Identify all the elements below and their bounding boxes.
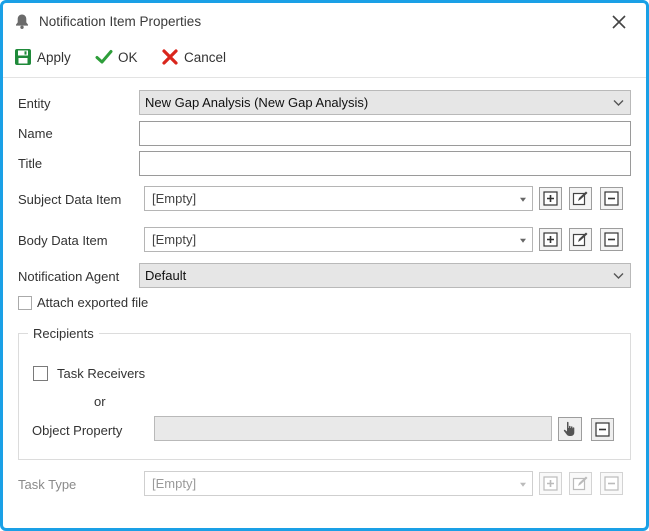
task-type-remove-button[interactable] xyxy=(600,472,623,495)
minus-box-icon xyxy=(604,232,619,247)
ok-label: OK xyxy=(118,49,138,65)
subject-add-button[interactable] xyxy=(539,187,562,210)
body-data-item-label: Body Data Item xyxy=(18,233,108,248)
chevron-down-icon xyxy=(613,99,624,106)
body-add-button[interactable] xyxy=(539,228,562,251)
title-label: Title xyxy=(18,156,43,171)
task-receivers-checkbox[interactable]: Task Receivers xyxy=(33,366,145,381)
minus-box-icon xyxy=(604,191,619,206)
apply-button[interactable]: Apply xyxy=(14,48,71,66)
subject-data-item-value: [Empty] xyxy=(152,191,197,206)
task-receivers-checkbox-box[interactable] xyxy=(33,366,48,381)
entity-select[interactable]: New Gap Analysis (New Gap Analysis) xyxy=(139,90,631,115)
dropdown-arrow-icon xyxy=(520,238,526,243)
notification-agent-select[interactable]: Default xyxy=(139,263,631,288)
subject-edit-button[interactable] xyxy=(569,187,592,210)
task-type-add-button[interactable] xyxy=(539,472,562,495)
attach-exported-file-checkbox[interactable]: Attach exported file xyxy=(18,295,148,310)
body-remove-button[interactable] xyxy=(600,228,623,251)
task-type-label: Task Type xyxy=(18,477,77,492)
plus-box-icon xyxy=(543,476,558,491)
entity-value: New Gap Analysis (New Gap Analysis) xyxy=(145,95,369,110)
edit-icon xyxy=(572,191,588,206)
notification-item-properties-dialog: Notification Item Properties Apply OK Ca… xyxy=(0,0,649,531)
subject-remove-button[interactable] xyxy=(600,187,623,210)
or-label: or xyxy=(94,394,106,409)
plus-box-icon xyxy=(543,232,558,247)
body-data-item-value: [Empty] xyxy=(152,232,197,247)
cancel-label: Cancel xyxy=(184,49,227,65)
object-property-clear-button[interactable] xyxy=(591,418,614,441)
entity-label: Entity xyxy=(18,96,51,111)
task-type-edit-button[interactable] xyxy=(569,472,592,495)
subject-data-item-select[interactable]: [Empty] xyxy=(144,186,533,211)
plus-box-icon xyxy=(543,191,558,206)
task-receivers-label: Task Receivers xyxy=(57,366,146,381)
object-property-field[interactable] xyxy=(154,416,552,441)
dropdown-arrow-icon xyxy=(520,197,526,202)
chevron-down-icon xyxy=(613,272,624,279)
attach-exported-file-label: Attach exported file xyxy=(37,295,149,310)
minus-box-icon xyxy=(604,476,619,491)
ok-button[interactable]: OK xyxy=(95,48,138,66)
dropdown-arrow-icon xyxy=(520,482,526,487)
cancel-button[interactable]: Cancel xyxy=(161,48,226,66)
body-edit-button[interactable] xyxy=(569,228,592,251)
object-property-pick-button[interactable] xyxy=(558,417,582,441)
toolbar-divider xyxy=(3,77,646,78)
edit-icon xyxy=(572,232,588,247)
close-icon xyxy=(612,15,626,29)
minus-box-icon xyxy=(595,422,610,437)
title-input[interactable] xyxy=(139,151,631,176)
hand-pointer-icon xyxy=(563,421,575,436)
subject-data-item-label: Subject Data Item xyxy=(18,192,122,207)
attach-checkbox-box[interactable] xyxy=(18,295,32,310)
x-icon xyxy=(162,49,178,65)
check-icon xyxy=(95,50,113,64)
name-label: Name xyxy=(18,126,53,141)
object-property-label: Object Property xyxy=(32,423,123,438)
bell-icon xyxy=(14,13,30,33)
recipients-group-label: Recipients xyxy=(28,326,99,341)
save-icon xyxy=(15,49,31,65)
task-type-value: [Empty] xyxy=(152,476,197,491)
window-title: Notification Item Properties xyxy=(39,14,202,29)
edit-icon xyxy=(572,476,588,491)
apply-label: Apply xyxy=(37,49,71,65)
body-data-item-select[interactable]: [Empty] xyxy=(144,227,533,252)
name-input[interactable] xyxy=(139,121,631,146)
task-type-select[interactable]: [Empty] xyxy=(144,471,533,496)
notification-agent-value: Default xyxy=(145,268,187,283)
close-button[interactable] xyxy=(609,12,629,32)
notification-agent-label: Notification Agent xyxy=(18,269,120,284)
